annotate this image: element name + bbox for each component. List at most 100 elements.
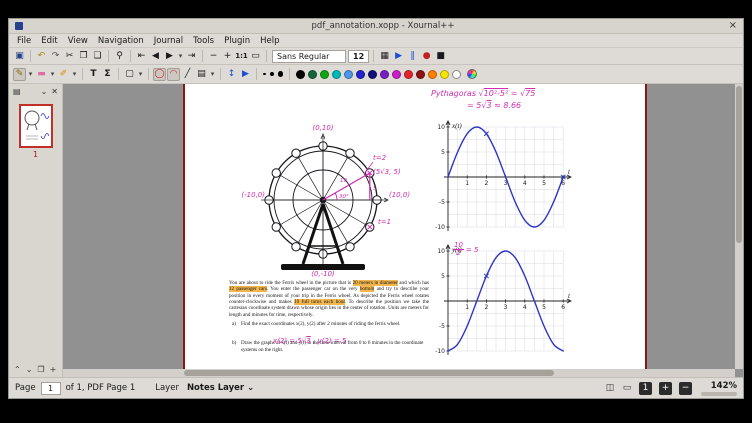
- text-tool-icon[interactable]: T: [87, 68, 100, 81]
- select-options-dropdown-icon[interactable]: ▾: [137, 68, 144, 81]
- pen-tool-icon[interactable]: ✎: [13, 68, 26, 81]
- sidebar-close-icon[interactable]: ✕: [51, 87, 58, 96]
- text-segment: = 5: [467, 101, 481, 110]
- menu-item-file[interactable]: File: [12, 36, 36, 46]
- color-swatch-00b8b8[interactable]: [332, 70, 341, 79]
- menu-item-view[interactable]: View: [63, 36, 93, 46]
- previous-page-icon[interactable]: ◀: [149, 50, 162, 63]
- audio-play-icon[interactable]: ▶: [392, 50, 405, 63]
- preview-pane-icon[interactable]: ▤: [13, 87, 21, 96]
- color-swatch-8f1010[interactable]: [416, 70, 425, 79]
- text-segment: and which has: [398, 280, 429, 286]
- color-swatch-7a1fc4[interactable]: [380, 70, 389, 79]
- line-width-0-icon[interactable]: [263, 73, 266, 76]
- titlebar[interactable]: pdf_annotation.xopp - Xournal++ ×: [9, 19, 743, 34]
- line-width-1-icon[interactable]: [270, 72, 274, 76]
- separator: [148, 68, 149, 80]
- layer-selector[interactable]: Notes Layer ⌄: [184, 382, 257, 395]
- paste-icon[interactable]: ❏: [91, 50, 104, 63]
- audio-pause-icon[interactable]: ‖: [406, 50, 419, 63]
- redo-icon[interactable]: ↷: [49, 50, 62, 63]
- play-object-icon[interactable]: ▶: [239, 68, 252, 81]
- color-swatch-c81fc8[interactable]: [392, 70, 401, 79]
- first-page-icon[interactable]: ⇤: [135, 50, 148, 63]
- color-palette: [294, 70, 462, 79]
- color-swatch-000000[interactable]: [296, 70, 305, 79]
- cut-icon[interactable]: ✂: [63, 50, 76, 63]
- menubar: FileEditViewNavigationJournalToolsPlugin…: [9, 34, 743, 48]
- color-swatch-14663c[interactable]: [308, 70, 317, 79]
- two-page-view-icon[interactable]: ◫: [604, 383, 616, 393]
- draw-arc-icon[interactable]: ◠: [167, 68, 180, 81]
- color-swatch-ffffff[interactable]: [452, 70, 461, 79]
- color-swatch-ff7f00[interactable]: [428, 70, 437, 79]
- horizontal-scrollbar[interactable]: [63, 369, 735, 377]
- zoom-100-icon[interactable]: 1:1: [235, 50, 248, 63]
- image-tool-icon[interactable]: ▤: [195, 68, 208, 81]
- close-button[interactable]: ×: [729, 20, 737, 31]
- audio-record-icon[interactable]: ●: [420, 50, 433, 63]
- separator: [373, 50, 374, 62]
- fit-page-icon[interactable]: ▭: [621, 383, 633, 393]
- menu-item-plugin[interactable]: Plugin: [219, 36, 255, 46]
- audio-stop-icon[interactable]: ■: [434, 50, 447, 63]
- color-swatch-e3242b[interactable]: [404, 70, 413, 79]
- highlighter-options-dropdown-icon[interactable]: ▾: [71, 68, 78, 81]
- color-chooser-icon[interactable]: [467, 69, 477, 79]
- color-swatch-101078[interactable]: [368, 70, 377, 79]
- color-swatch-f5e600[interactable]: [440, 70, 449, 79]
- eraser-tool-icon[interactable]: ▬: [35, 68, 48, 81]
- next-page-icon[interactable]: ▶: [163, 50, 176, 63]
- page-nav-dropdown-icon[interactable]: ▾: [177, 50, 184, 63]
- font-selector[interactable]: Sans Regular: [272, 50, 346, 63]
- color-swatch-4f94e8[interactable]: [344, 70, 353, 79]
- eraser-options-dropdown-icon[interactable]: ▾: [49, 68, 56, 81]
- color-swatch-2222cc[interactable]: [356, 70, 365, 79]
- page-thumbnail[interactable]: [19, 104, 53, 148]
- zoom-original-button[interactable]: 1: [639, 382, 652, 395]
- search-icon[interactable]: ⚲: [113, 50, 126, 63]
- zoom-fit-icon[interactable]: ▭: [249, 50, 262, 63]
- save-icon[interactable]: ▣: [13, 50, 26, 63]
- font-size-field[interactable]: 12: [348, 50, 369, 63]
- thumb-down-icon[interactable]: ⌄: [26, 365, 33, 374]
- menu-item-tools[interactable]: Tools: [188, 36, 219, 46]
- draw-circle-icon[interactable]: ◯: [153, 68, 166, 81]
- zoom-slider[interactable]: [701, 392, 737, 396]
- grid-snap-icon[interactable]: ▦: [378, 50, 391, 63]
- menu-item-navigation[interactable]: Navigation: [93, 36, 149, 46]
- thumb-up-icon[interactable]: ⌃: [14, 365, 21, 374]
- last-page-icon[interactable]: ⇥: [185, 50, 198, 63]
- highlighter-tool-icon[interactable]: ✐: [57, 68, 70, 81]
- undo-icon[interactable]: ↶: [35, 50, 48, 63]
- menu-item-edit[interactable]: Edit: [36, 36, 62, 46]
- problem-intro: You are about to ride the Ferris wheel i…: [229, 280, 429, 318]
- vertical-space-icon[interactable]: ↕: [225, 68, 238, 81]
- pythagoras-annotation: Pythagoras √10²-5² = √75 = 5√3 ≈ 8.66: [431, 88, 535, 112]
- zoom-in-icon[interactable]: +: [221, 50, 234, 63]
- sidebar-collapse-icon[interactable]: ⌄: [41, 87, 48, 96]
- page-number-input[interactable]: 1: [41, 382, 61, 395]
- vertical-scrollbar-thumb[interactable]: [736, 86, 742, 243]
- pen-options-dropdown-icon[interactable]: ▾: [27, 68, 34, 81]
- latex-tool-icon[interactable]: Σ: [101, 68, 114, 81]
- color-swatch-12a514[interactable]: [320, 70, 329, 79]
- new-page-icon[interactable]: +: [50, 365, 57, 374]
- select-tool-icon[interactable]: ▢: [123, 68, 136, 81]
- pdf-page[interactable]: Pythagoras √10²-5² = √75 = 5√3 ≈ 8.66 12…: [183, 84, 647, 369]
- zoom-in-button[interactable]: +: [659, 382, 672, 395]
- zoom-out-icon[interactable]: −: [207, 50, 220, 63]
- menu-item-help[interactable]: Help: [255, 36, 284, 46]
- item-b-label: b): [232, 340, 241, 353]
- shape-dropdown-icon[interactable]: ▾: [209, 68, 216, 81]
- canvas[interactable]: Pythagoras √10²-5² = √75 = 5√3 ≈ 8.66 12…: [63, 84, 743, 377]
- copy-icon[interactable]: ❐: [77, 50, 90, 63]
- svg-text:2: 2: [484, 180, 488, 187]
- ruler-icon[interactable]: ╱: [181, 68, 194, 81]
- vertical-scrollbar[interactable]: [735, 84, 743, 369]
- line-width-2-icon[interactable]: [278, 71, 284, 77]
- horizontal-scrollbar-thumb[interactable]: [184, 370, 554, 376]
- duplicate-page-icon[interactable]: ❐: [37, 365, 44, 374]
- zoom-out-button[interactable]: −: [679, 382, 692, 395]
- menu-item-journal[interactable]: Journal: [149, 36, 188, 46]
